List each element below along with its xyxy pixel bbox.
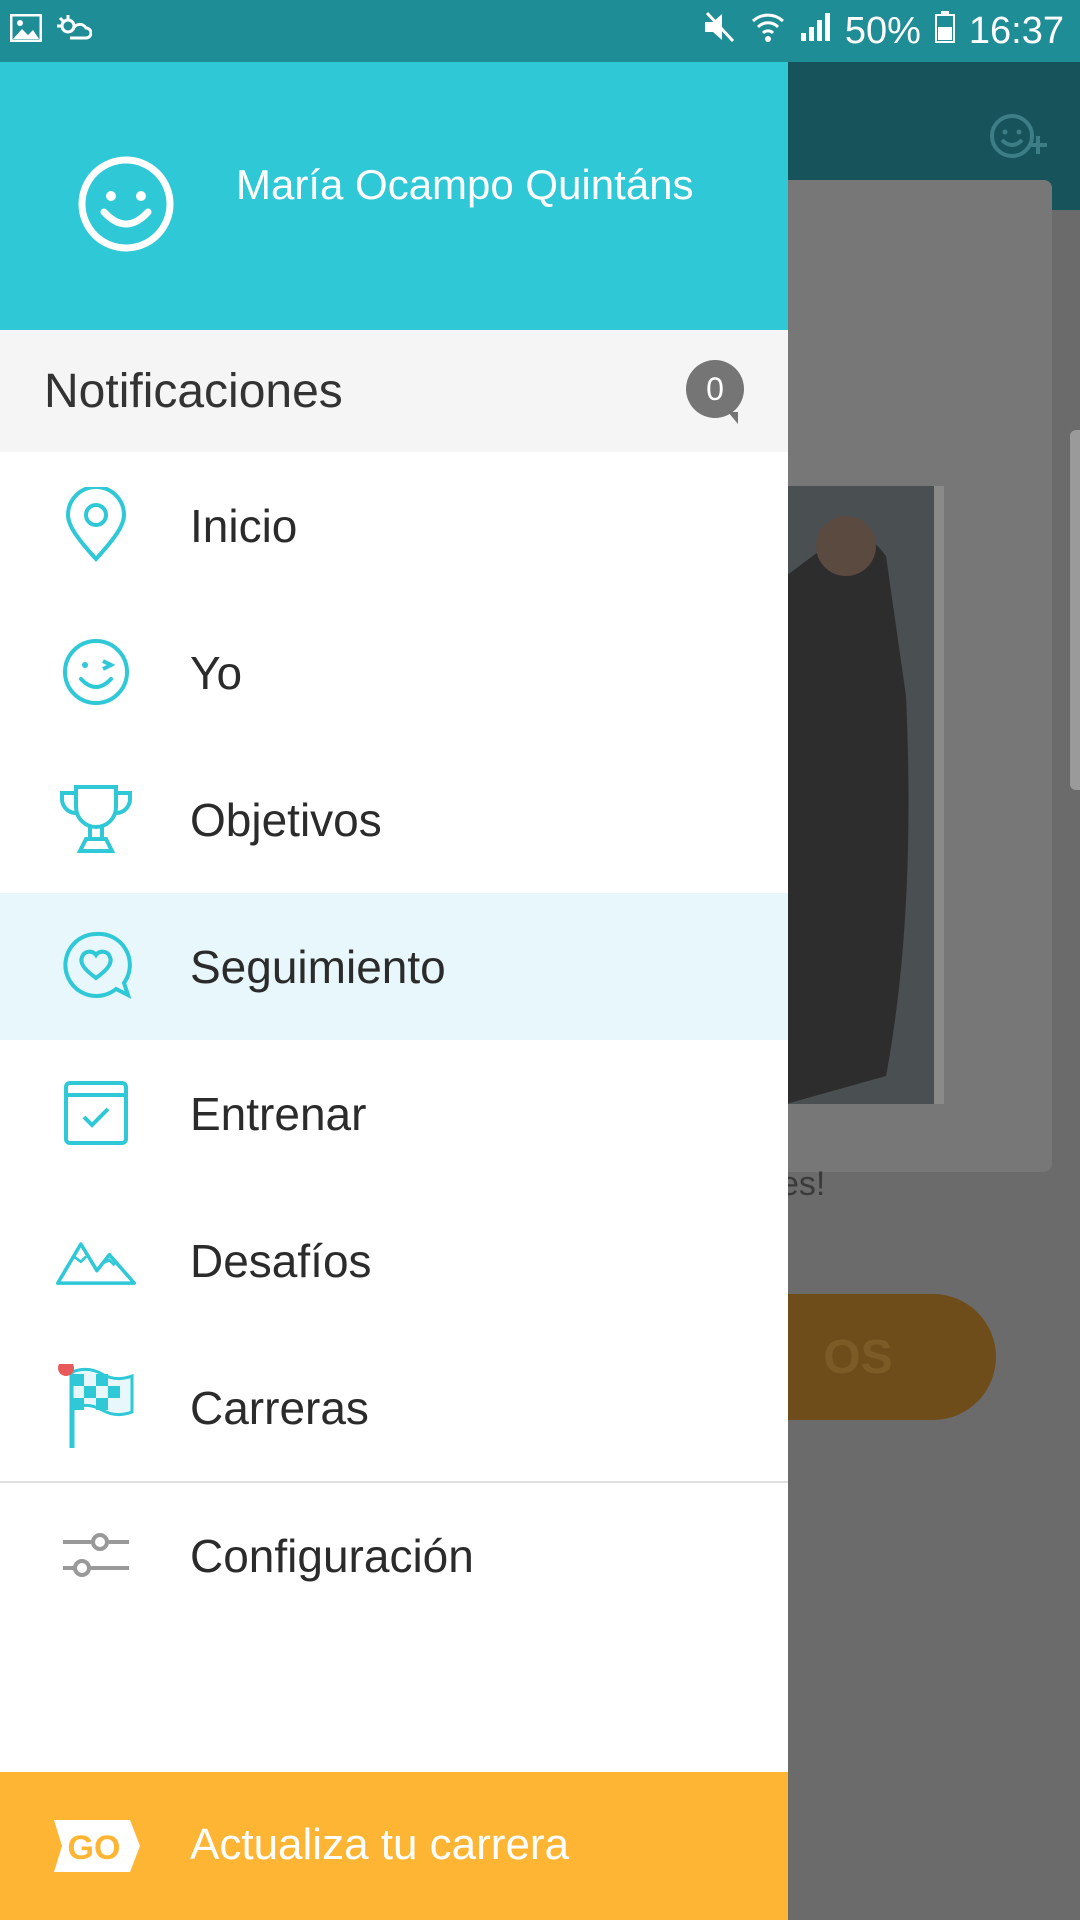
menu-item-label: Yo — [190, 646, 243, 699]
menu-item-inicio[interactable]: Inicio — [0, 452, 788, 599]
drawer-header[interactable]: María Ocampo Quintáns — [0, 62, 788, 330]
battery-icon — [934, 10, 955, 53]
menu-item-carreras[interactable]: Carreras — [0, 1334, 788, 1481]
battery-percent: 50% — [844, 10, 921, 52]
menu-item-label: Entrenar — [190, 1087, 367, 1140]
wifi-icon — [751, 10, 785, 53]
upgrade-label: Actualiza tu carrera — [190, 1820, 570, 1869]
clock: 16:37 — [968, 10, 1064, 52]
wink-face-icon — [56, 632, 136, 712]
menu-item-label: Carreras — [190, 1381, 369, 1434]
trophy-icon — [56, 779, 136, 859]
gallery-notification-icon — [9, 13, 43, 47]
menu-item-configuracion[interactable]: Configuración — [0, 1482, 788, 1629]
smiley-avatar-icon[interactable] — [76, 154, 176, 254]
checkered-flag-icon — [56, 1364, 136, 1448]
heart-bubble-icon — [56, 926, 136, 1006]
menu-item-yo[interactable]: Yo — [0, 599, 788, 746]
user-name[interactable]: María Ocampo Quintáns — [236, 162, 756, 208]
svg-text:GO: GO — [68, 1829, 121, 1867]
weather-notification-icon — [56, 14, 93, 47]
menu-item-entrenar[interactable]: Entrenar — [0, 1040, 788, 1187]
menu-item-label: Objetivos — [190, 793, 382, 846]
calendar-check-icon — [56, 1073, 136, 1153]
status-bar: 50% 16:37 — [0, 0, 1080, 62]
menu-item-label: Seguimiento — [190, 940, 446, 993]
upgrade-footer[interactable]: GO Actualiza tu carrera — [0, 1772, 788, 1920]
go-badge-icon: GO — [48, 1816, 142, 1876]
drawer-menu: Inicio Yo Objetivos Seguimiento Entrenar — [0, 452, 788, 1481]
mute-icon — [703, 10, 737, 53]
location-pin-icon — [56, 485, 136, 565]
sliders-icon — [56, 1515, 136, 1595]
background-scroll-indicator — [1070, 430, 1080, 790]
menu-item-objetivos[interactable]: Objetivos — [0, 746, 788, 893]
mountain-icon — [56, 1220, 136, 1300]
notifications-row[interactable]: Notificaciones 0 — [0, 330, 788, 452]
notifications-label: Notificaciones — [44, 365, 343, 418]
menu-item-label: Desafíos — [190, 1234, 372, 1287]
navigation-drawer: María Ocampo Quintáns Notificaciones 0 I… — [0, 62, 788, 1920]
background-photo — [786, 486, 944, 1104]
menu-item-label: Inicio — [190, 499, 298, 552]
notifications-count-badge: 0 — [686, 360, 744, 424]
menu-item-seguimiento[interactable]: Seguimiento — [0, 893, 788, 1040]
menu-item-desafios[interactable]: Desafíos — [0, 1187, 788, 1334]
menu-item-label: Configuración — [190, 1529, 474, 1582]
add-friend-icon — [988, 112, 1052, 167]
signal-icon — [799, 10, 831, 53]
